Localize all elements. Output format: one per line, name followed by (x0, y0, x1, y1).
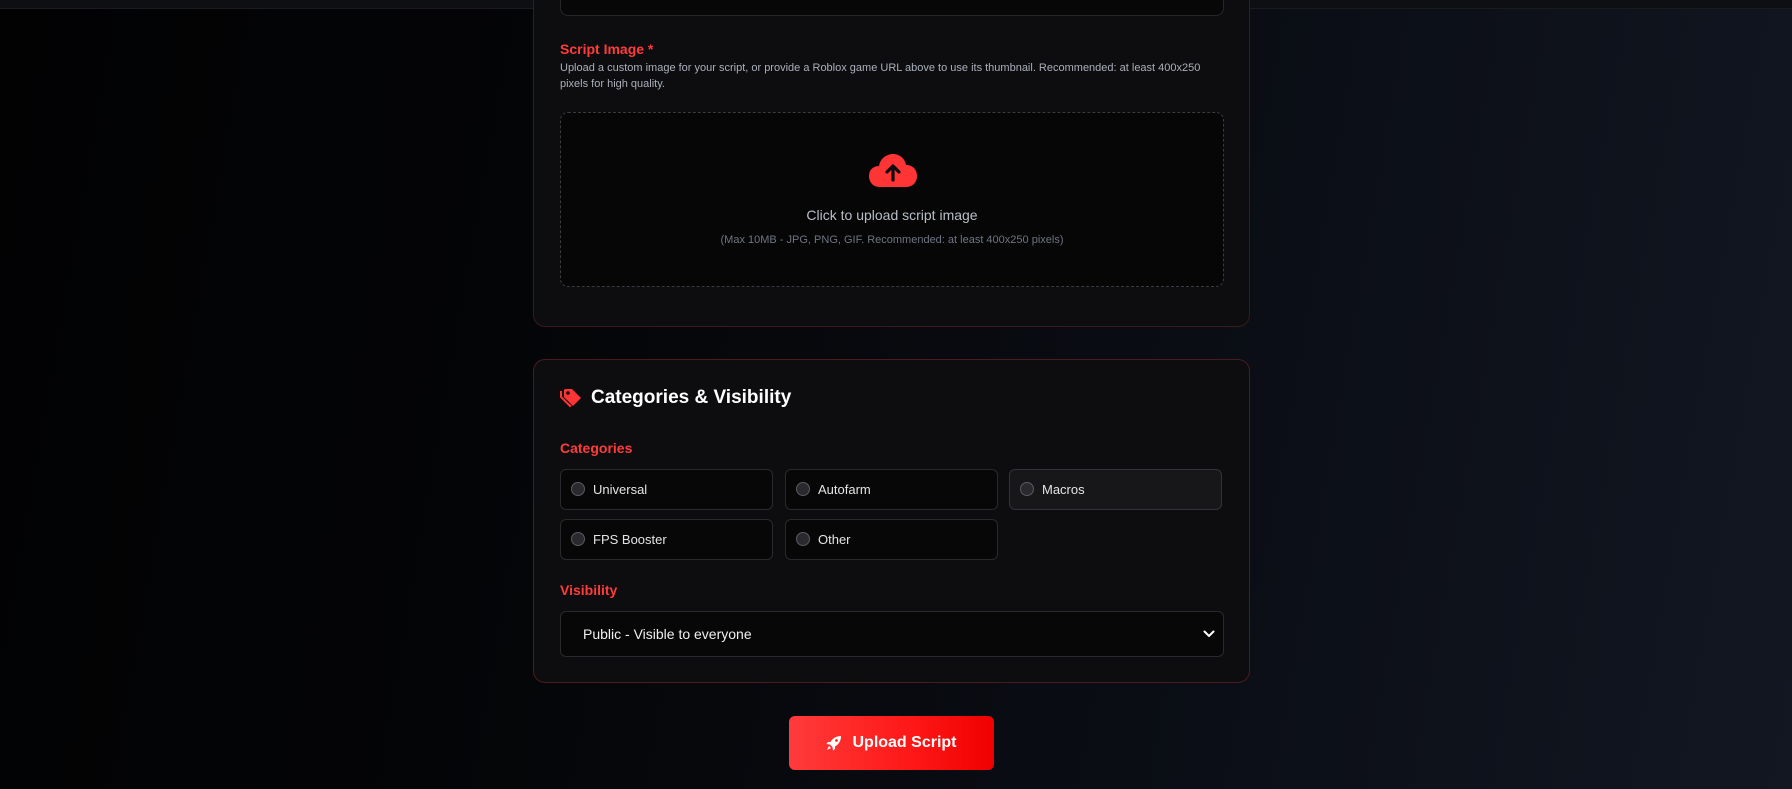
script-image-help-text: Upload a custom image for your script, o… (560, 62, 1201, 90)
category-label: Macros (1042, 482, 1085, 497)
visibility-select[interactable]: Public - Visible to everyone (560, 611, 1224, 657)
categories-visibility-card: Categories & Visibility Categories Unive… (533, 359, 1250, 683)
previous-input-field[interactable] (560, 0, 1224, 16)
chevron-down-icon (1203, 630, 1215, 637)
upload-script-label: Upload Script (852, 734, 957, 751)
radio-button[interactable] (796, 481, 810, 496)
category-option-fps-booster[interactable]: FPS Booster (560, 519, 773, 560)
script-image-card: Script Image * Upload a custom image for… (533, 0, 1250, 327)
upload-script-button[interactable]: Upload Script (789, 716, 994, 770)
rocket-icon (826, 736, 842, 751)
category-label: Other (818, 532, 851, 547)
category-option-other[interactable]: Other (785, 519, 998, 560)
radio-button[interactable] (571, 481, 585, 496)
category-option-autofarm[interactable]: Autofarm (785, 469, 998, 510)
tags-icon (560, 389, 581, 408)
category-option-macros[interactable]: Macros (1009, 469, 1222, 510)
visibility-select-value: Public - Visible to everyone (583, 626, 752, 642)
category-option-universal[interactable]: Universal (560, 469, 773, 510)
category-label: Universal (593, 482, 648, 497)
category-label: FPS Booster (593, 532, 667, 547)
radio-button[interactable] (1020, 481, 1034, 496)
script-image-label: Script Image * (560, 41, 654, 57)
dropzone-hint: (Max 10MB - JPG, PNG, GIF. Recommended: … (720, 234, 1064, 246)
section-title: Categories & Visibility (591, 387, 792, 408)
image-upload-dropzone[interactable]: Click to upload script image (Max 10MB -… (560, 112, 1224, 287)
category-label: Autofarm (818, 482, 871, 497)
radio-button[interactable] (571, 531, 585, 546)
categories-label: Categories (560, 440, 633, 456)
section-header: Categories & Visibility (560, 387, 791, 409)
radio-button[interactable] (796, 531, 810, 546)
visibility-label: Visibility (560, 582, 618, 598)
cloud-upload-icon (869, 154, 917, 187)
dropzone-title: Click to upload script image (806, 207, 978, 223)
